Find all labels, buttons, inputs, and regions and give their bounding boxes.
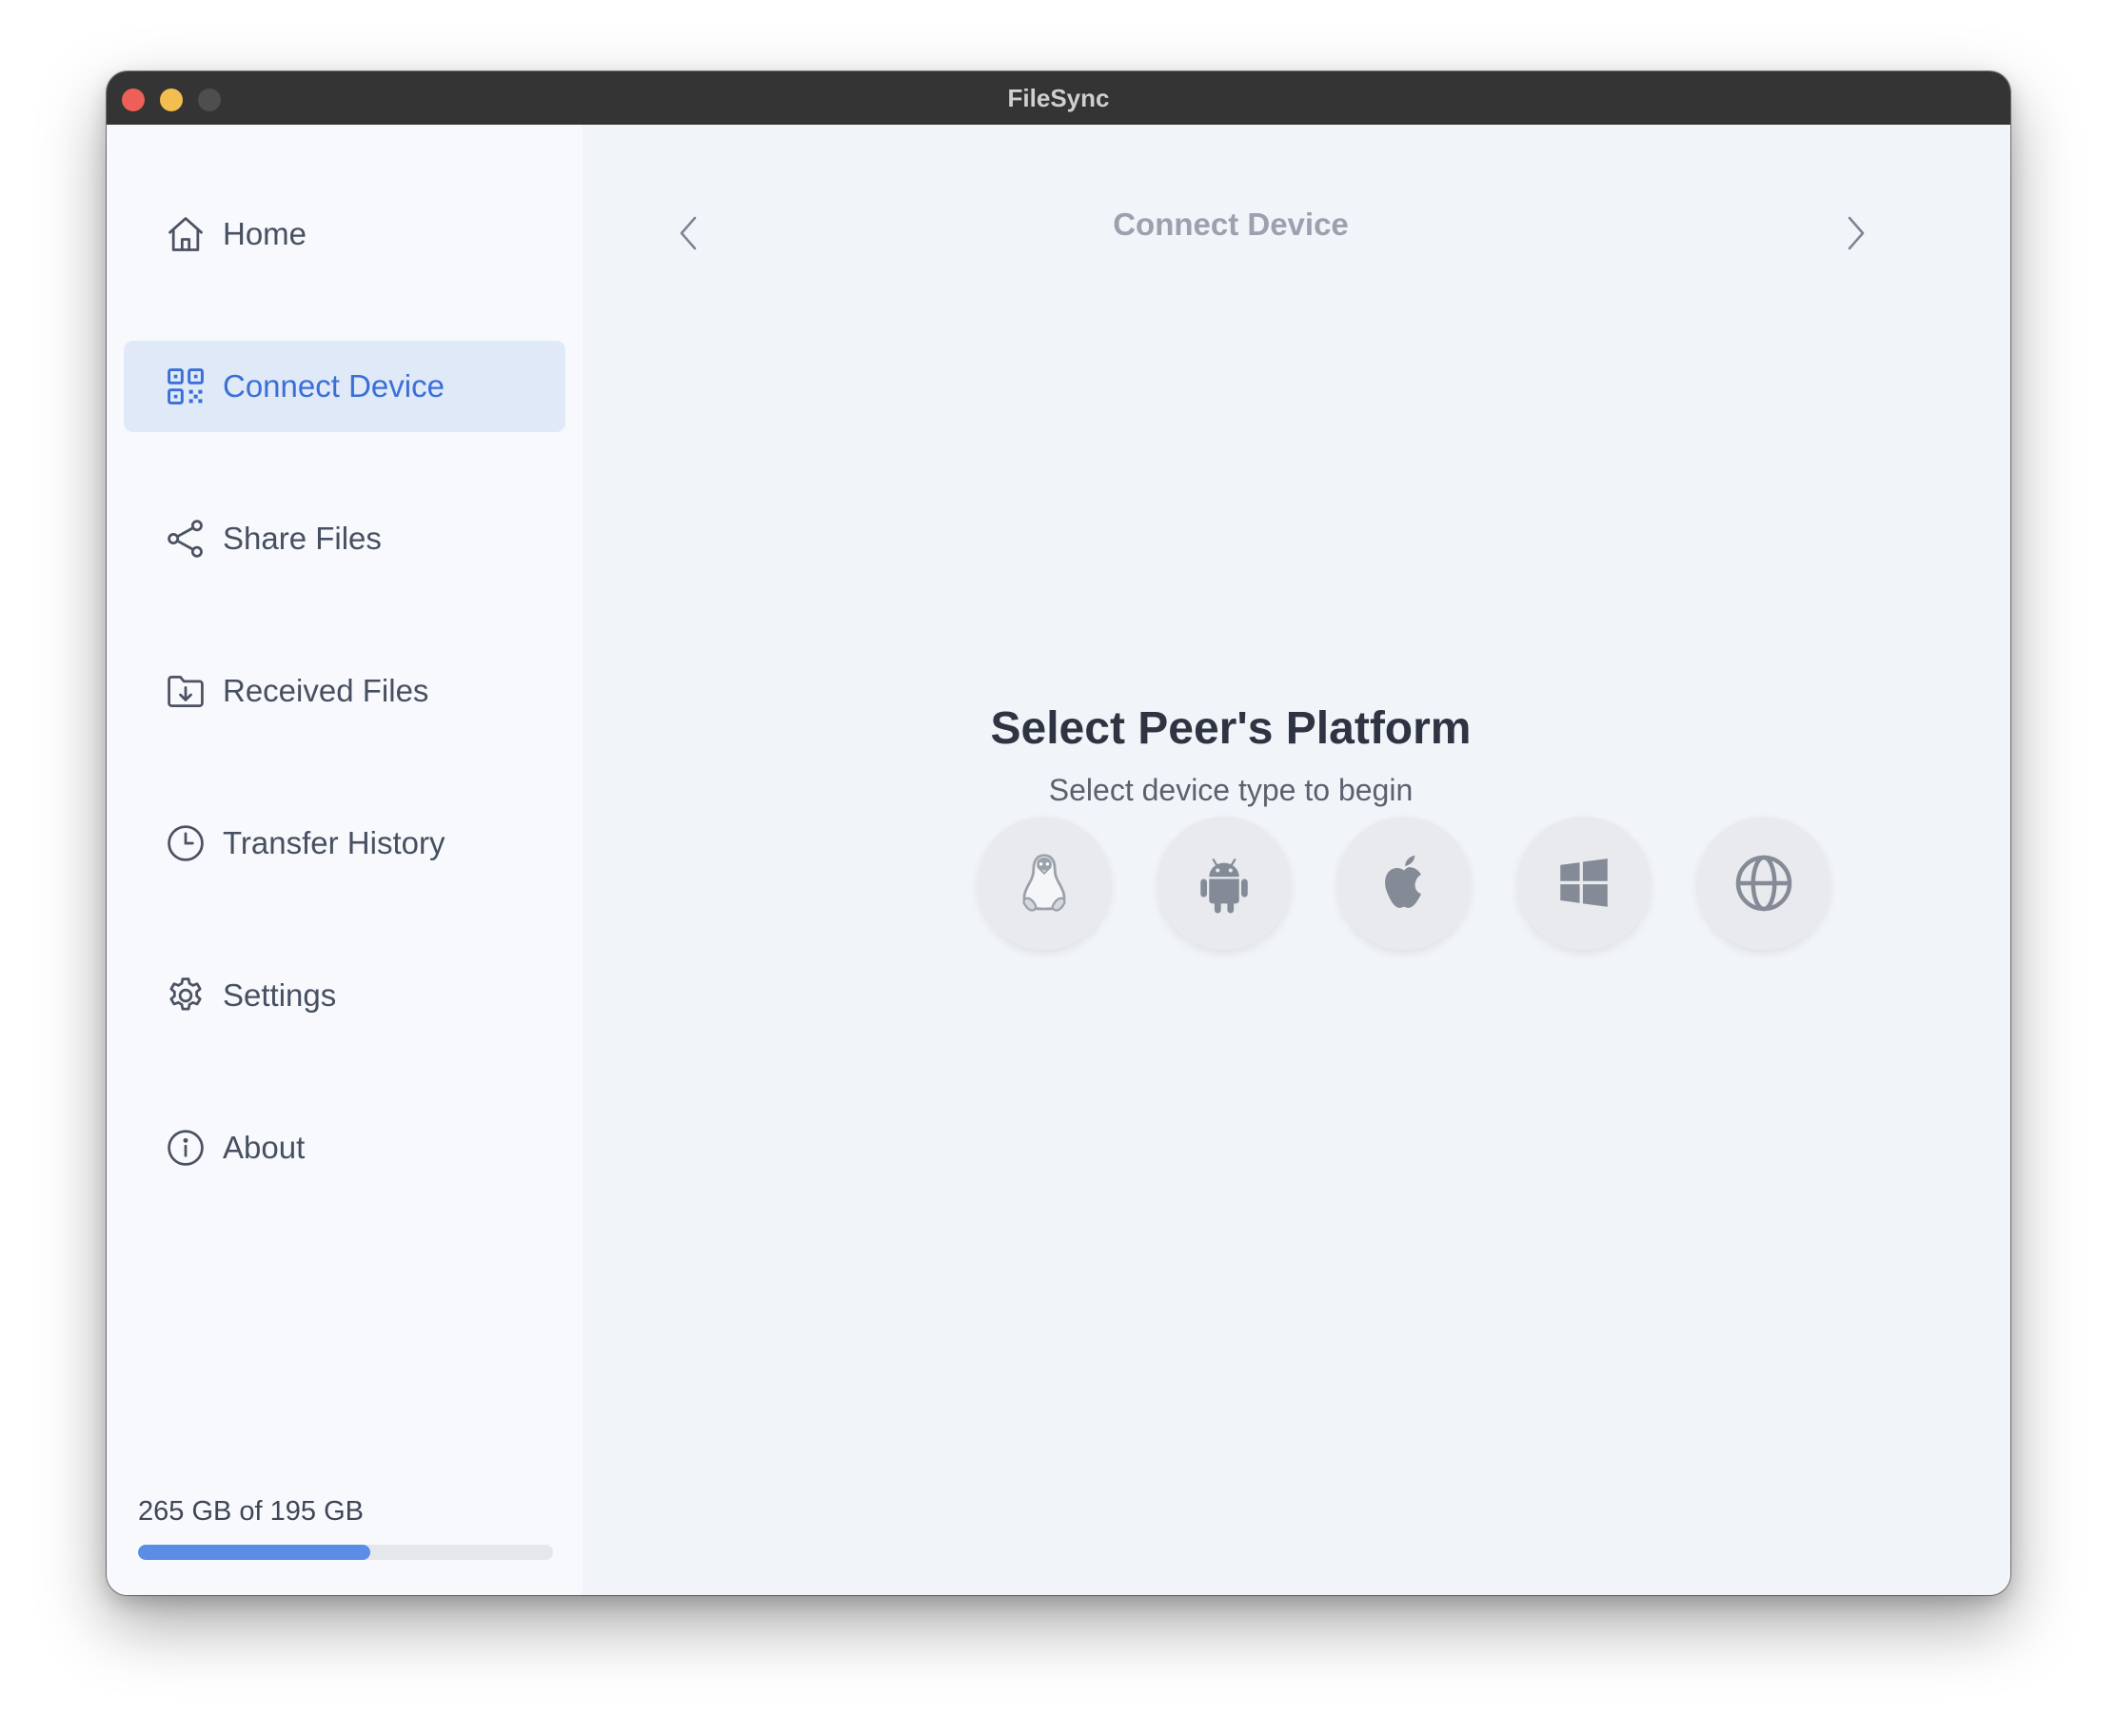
platform-apple-button[interactable]: [1337, 817, 1471, 950]
sidebar-item-transfer-history[interactable]: Transfer History: [124, 798, 565, 889]
sidebar-item-label: Home: [223, 216, 307, 251]
sidebar-item-label: Received Files: [223, 673, 429, 708]
home-icon: [165, 213, 207, 255]
sidebar-item-label: Settings: [223, 977, 337, 1013]
platform-windows-button[interactable]: [1517, 817, 1651, 950]
clock-icon: [165, 822, 207, 864]
sidebar-item-about[interactable]: About: [124, 1102, 565, 1194]
apple-icon: [1385, 855, 1421, 908]
sidebar-item-label: About: [223, 1130, 306, 1165]
platform-android-button[interactable]: [1157, 817, 1291, 950]
share-icon: [165, 518, 207, 560]
globe-icon: [1735, 855, 1792, 912]
title-bar: FileSync: [107, 71, 2010, 125]
linux-icon: [1022, 854, 1066, 912]
sidebar-item-settings[interactable]: Settings: [124, 950, 565, 1041]
sidebar-item-label: Transfer History: [223, 825, 445, 860]
app-window: FileSync Home Connect Device Share Files…: [107, 71, 2010, 1595]
windows-icon: [1560, 858, 1608, 907]
window-title: FileSync: [1007, 84, 1110, 112]
page-title: Connect Device: [1113, 207, 1349, 242]
forward-button[interactable]: [1836, 208, 1874, 258]
sidebar-item-share-files[interactable]: Share Files: [124, 493, 565, 584]
platform-linux-button[interactable]: [978, 817, 1111, 950]
storage-progress-fill: [138, 1545, 371, 1560]
platform-subheading: Select device type to begin: [1048, 773, 1414, 807]
storage-usage-text: 265 GB of 195 GB: [138, 1496, 364, 1527]
platform-heading: Select Peer's Platform: [990, 703, 1472, 754]
sidebar-item-label: Connect Device: [223, 368, 445, 404]
main-content: Connect Device Select Peer's Platform Se…: [583, 125, 2010, 1595]
android-icon: [1200, 858, 1248, 914]
sidebar-item-connect-device[interactable]: Connect Device: [124, 341, 565, 432]
storage-progress-bar: [138, 1545, 553, 1560]
folder-download-icon: [165, 670, 207, 712]
sidebar-item-received-files[interactable]: Received Files: [124, 645, 565, 737]
qr-code-icon: [165, 365, 207, 407]
chevron-right-icon: [1848, 216, 1865, 250]
sidebar-item-label: Share Files: [223, 521, 382, 556]
sidebar: Home Connect Device Share Files Received…: [107, 125, 583, 1595]
info-icon: [165, 1127, 207, 1169]
platform-web-button[interactable]: [1697, 817, 1830, 950]
sidebar-item-home[interactable]: Home: [124, 188, 565, 280]
gear-icon: [165, 975, 207, 1016]
